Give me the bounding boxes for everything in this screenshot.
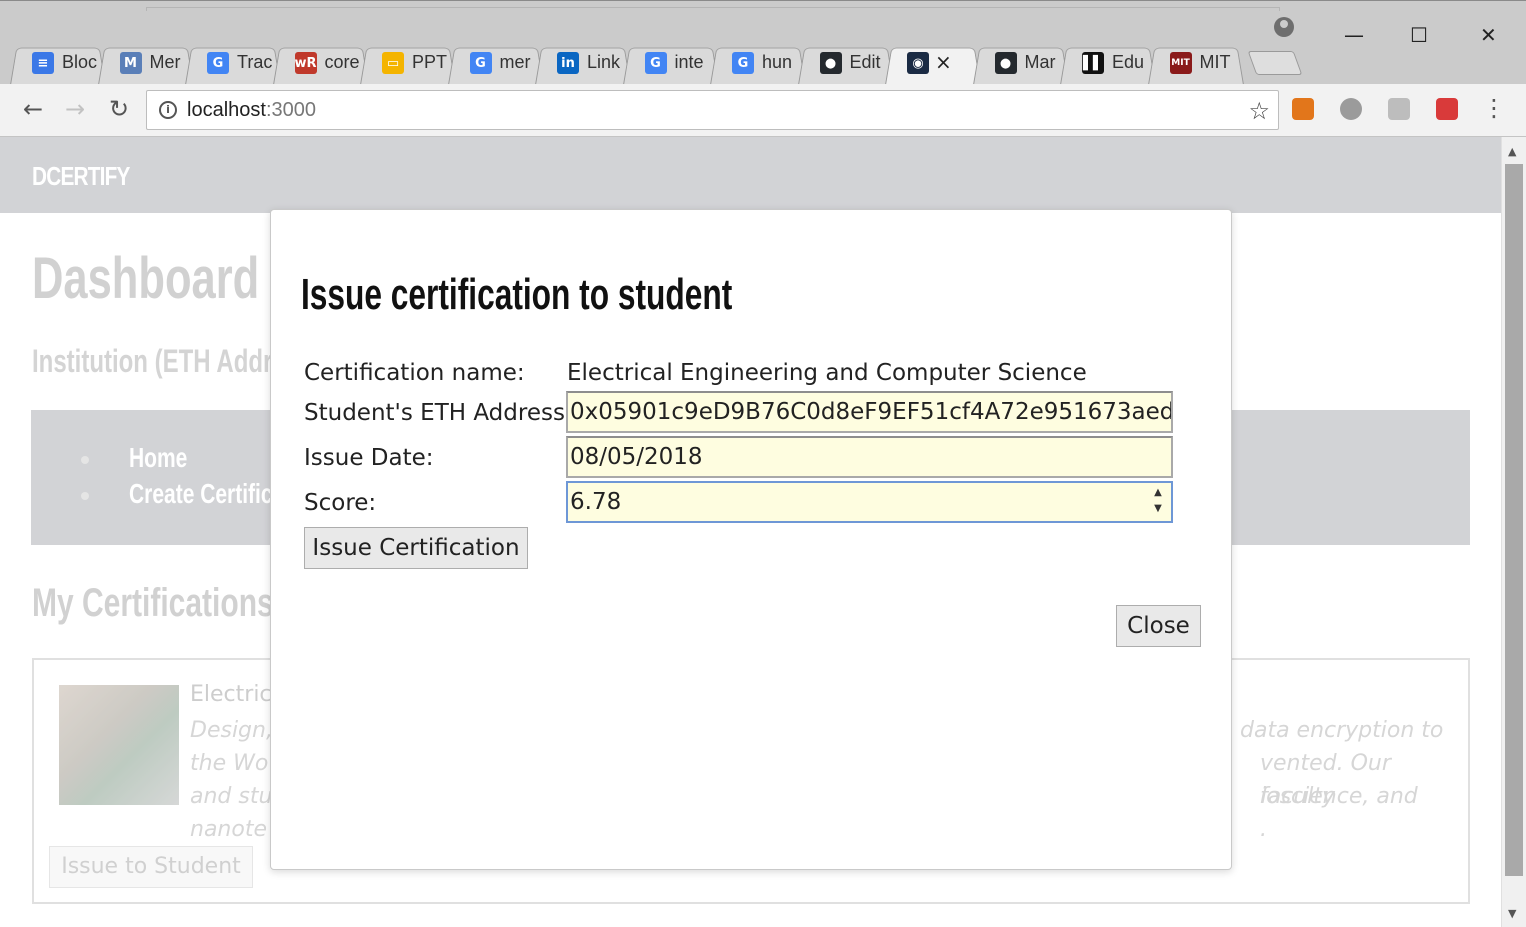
google-icon: G bbox=[644, 52, 667, 74]
browser-tab[interactable]: wR core bbox=[272, 41, 369, 85]
mit-icon: MIT bbox=[1169, 52, 1192, 74]
browser-tab[interactable]: M Mer bbox=[97, 41, 194, 85]
certification-name-value: Electrical Engineering and Computer Scie… bbox=[567, 360, 1087, 386]
tab-label: core bbox=[324, 52, 360, 72]
browser-toolbar: ← → ↻ i localhost:3000 ☆ ⋮ bbox=[0, 84, 1526, 137]
tab-label: Mer bbox=[149, 52, 181, 72]
app-icon: ◉ bbox=[907, 52, 929, 74]
close-window-button[interactable]: ✕ bbox=[1480, 23, 1497, 47]
browser-tab[interactable]: ▭ PPT bbox=[360, 41, 456, 85]
tab-label: Mar bbox=[1024, 52, 1056, 72]
tab-shape bbox=[885, 47, 981, 85]
profile-icon[interactable] bbox=[1274, 17, 1294, 37]
metamask-icon[interactable] bbox=[1292, 98, 1314, 120]
github-icon: ● bbox=[994, 52, 1017, 74]
google-slides-icon: ▭ bbox=[382, 52, 404, 74]
site-info-icon[interactable]: i bbox=[159, 101, 177, 119]
score-spinner-icon[interactable]: ▲ ▼ bbox=[1151, 485, 1165, 519]
tab-label: hun bbox=[762, 52, 793, 72]
browser-tab[interactable]: ● Mar bbox=[972, 41, 1069, 85]
browser-tab[interactable]: ● Edit bbox=[797, 41, 894, 85]
google-icon: G bbox=[469, 52, 492, 74]
certification-name-label: Certification name: bbox=[304, 360, 525, 386]
issue-date-label: Issue Date: bbox=[304, 445, 434, 471]
browser-tab[interactable]: Ghun bbox=[710, 41, 806, 85]
linkedin-icon: in bbox=[557, 52, 579, 74]
forward-icon[interactable]: → bbox=[60, 94, 90, 124]
score-value: 6.78 bbox=[570, 489, 622, 515]
address-bar[interactable]: i localhost:3000 ☆ bbox=[146, 90, 1279, 130]
tab-label: mer bbox=[499, 52, 531, 72]
issue-certification-button[interactable]: Issue Certification bbox=[304, 527, 528, 569]
close-tab-icon[interactable]: × bbox=[935, 50, 952, 74]
google-icon: G bbox=[732, 52, 754, 74]
bookmark-star-icon[interactable]: ☆ bbox=[1248, 97, 1270, 125]
browser-tab[interactable]: ▌▌ Edu bbox=[1060, 41, 1156, 85]
cast-icon[interactable] bbox=[1388, 98, 1410, 120]
back-icon[interactable]: ← bbox=[18, 94, 48, 124]
react-devtools-icon[interactable] bbox=[1436, 98, 1458, 120]
browser-tab[interactable]: Gmer bbox=[447, 41, 544, 85]
modal-title: Issue certification to student bbox=[301, 270, 733, 319]
maximize-button[interactable]: ☐ bbox=[1410, 23, 1428, 47]
tab-label: Edu bbox=[1112, 52, 1145, 72]
browser-menu-icon[interactable]: ⋮ bbox=[1482, 94, 1506, 122]
browser-tab[interactable]: G Trac bbox=[185, 41, 281, 85]
mymplus-icon: M bbox=[119, 52, 142, 74]
tab-label: Trac bbox=[237, 52, 273, 72]
tab-label: MIT bbox=[1199, 52, 1231, 72]
scroll-up-icon[interactable]: ▲ bbox=[1508, 145, 1516, 158]
tab-label: PPT bbox=[412, 52, 448, 72]
new-tab-button[interactable] bbox=[1247, 51, 1303, 75]
blogger-icon: ≡ bbox=[32, 52, 54, 74]
page-scrollbar[interactable]: ▲ ▼ bbox=[1501, 137, 1526, 927]
minimize-button[interactable]: — bbox=[1344, 23, 1364, 47]
browser-tab[interactable]: Ginte bbox=[622, 41, 719, 85]
issue-certification-modal: Issue certification to student Certifica… bbox=[270, 209, 1232, 870]
browser-tab-strip: ≡ Bloc M Mer G Trac wR core ▭ PPT Gmer in Link Ginte G… bbox=[0, 0, 1526, 85]
scroll-down-icon[interactable]: ▼ bbox=[1508, 907, 1516, 920]
eth-address-label: Student's ETH Address: bbox=[304, 400, 573, 426]
issue-date-input[interactable]: 08/05/2018 bbox=[566, 436, 1173, 478]
wordreference-icon: wR bbox=[294, 52, 317, 74]
score-input[interactable]: 6.78 ▲ ▼ bbox=[566, 481, 1173, 523]
tab-label: Edit bbox=[849, 52, 881, 72]
eth-address-input[interactable]: 0x05901c9eD9B76C0d8eF9EF51cf4A72e951673a… bbox=[566, 391, 1173, 433]
browser-tab[interactable]: MIT MIT bbox=[1147, 41, 1244, 85]
browser-tab[interactable]: in Link bbox=[535, 41, 631, 85]
window-title-edge bbox=[146, 7, 1280, 11]
tab-label: inte bbox=[674, 52, 704, 72]
github-icon: ● bbox=[819, 52, 842, 74]
browser-tab[interactable]: ≡ Bloc bbox=[10, 41, 106, 85]
url-text[interactable]: localhost:3000 bbox=[187, 99, 316, 122]
reload-icon[interactable]: ↻ bbox=[104, 94, 134, 124]
tab-label: Bloc bbox=[62, 52, 98, 72]
circle-extension-icon[interactable] bbox=[1340, 98, 1362, 120]
score-label: Score: bbox=[304, 490, 377, 516]
scrollbar-thumb[interactable] bbox=[1505, 164, 1523, 876]
browser-tab[interactable]: ◉ × bbox=[885, 41, 981, 85]
close-modal-button[interactable]: Close bbox=[1116, 605, 1201, 647]
tab-label: Link bbox=[587, 52, 621, 72]
edx-icon: ▌▌ bbox=[1082, 52, 1104, 74]
google-translate-icon: G bbox=[207, 52, 229, 74]
